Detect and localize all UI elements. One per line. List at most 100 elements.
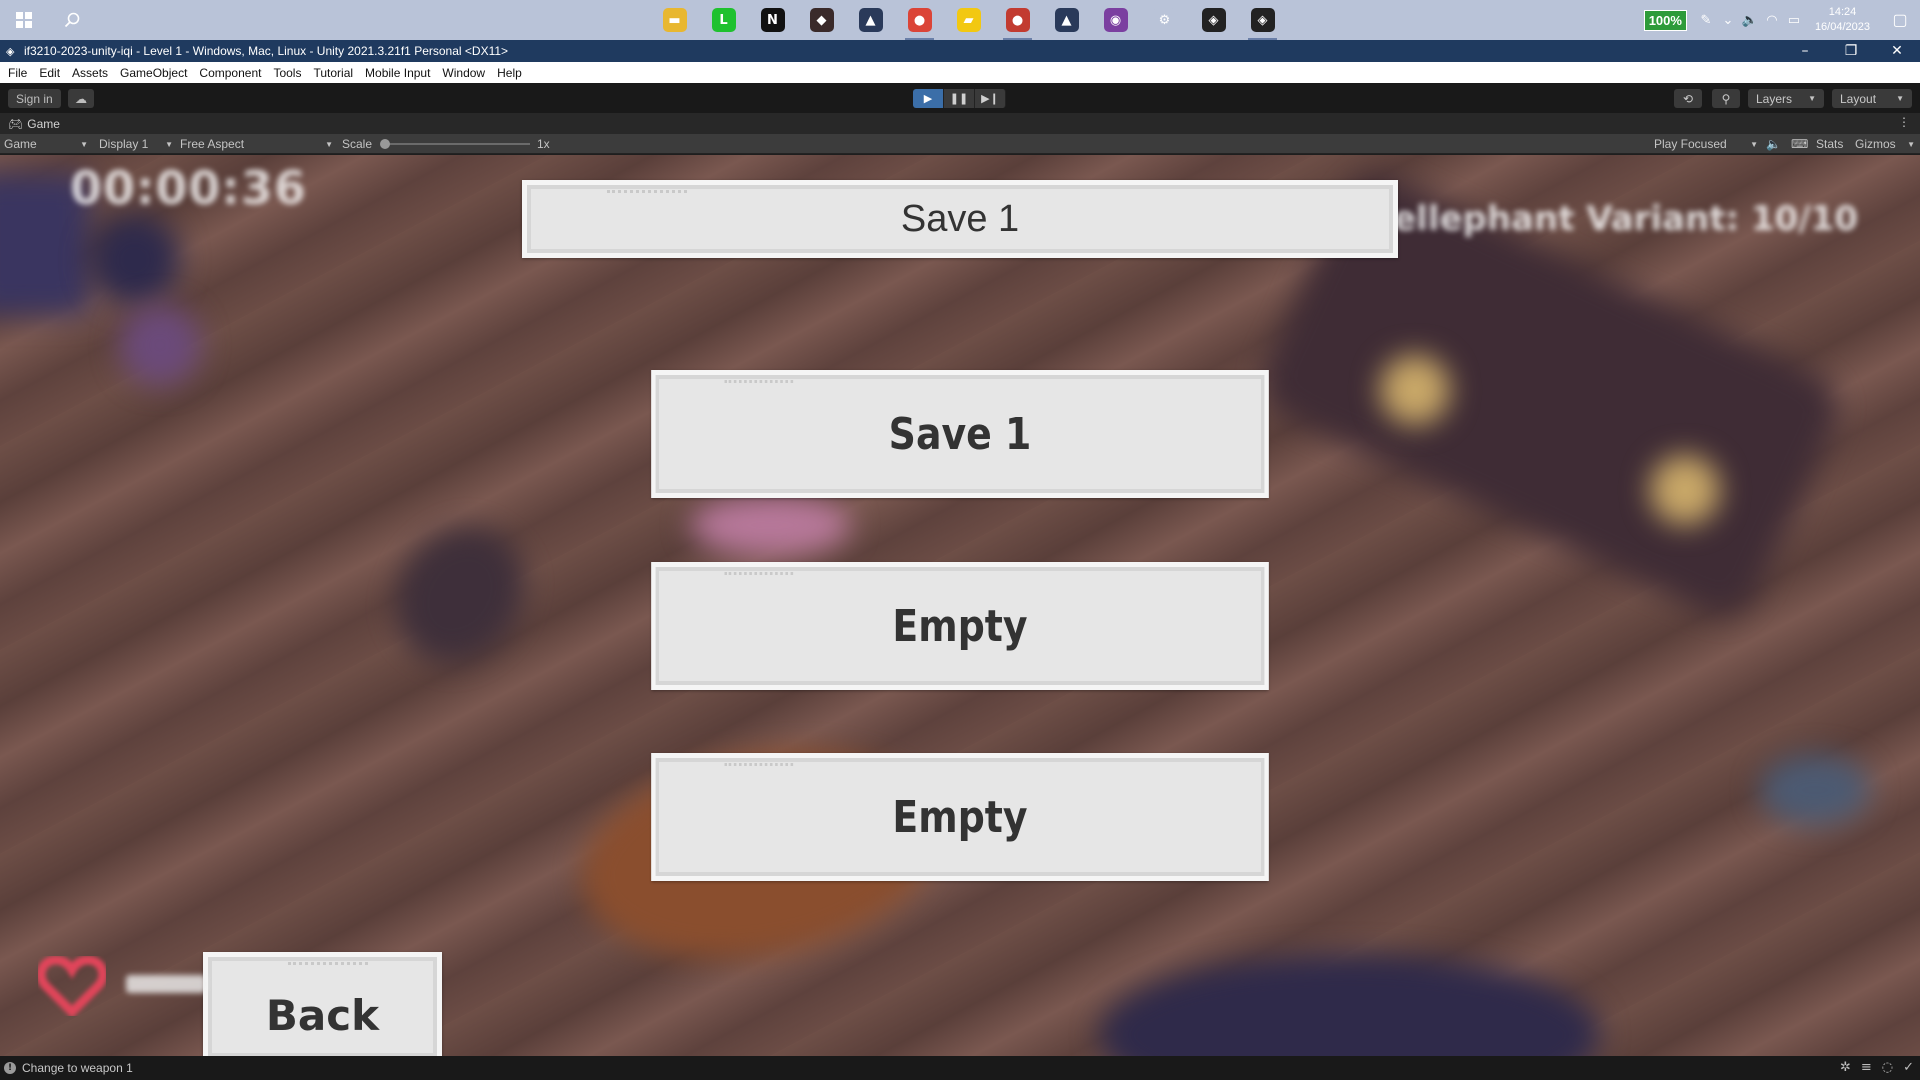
menu-tutorial[interactable]: Tutorial xyxy=(307,66,359,80)
pause-icon[interactable]: ❚❚ xyxy=(944,89,975,108)
taskbar-app-button[interactable]: ◆ xyxy=(797,0,846,40)
file-explorer-icon: ▬ xyxy=(662,8,687,32)
background-object xyxy=(120,305,200,385)
more-options-icon[interactable]: ⋮ xyxy=(1898,115,1910,129)
background-object xyxy=(1650,455,1720,525)
debug-icon[interactable]: ◌ xyxy=(1882,1060,1893,1075)
step-icon[interactable]: ▶❙ xyxy=(975,89,1006,108)
search-icon xyxy=(64,12,80,28)
menu-edit[interactable]: Edit xyxy=(33,66,66,80)
sign-in-button[interactable]: Sign in xyxy=(8,89,61,108)
play-icon[interactable]: ▶ xyxy=(913,89,944,108)
taskbar-apps: ▬ L N ◆ ▲ ● ▰ ● ▲ ◉ ⚙ ◈ ◈ xyxy=(650,0,1287,40)
menu-mobile-input[interactable]: Mobile Input xyxy=(359,66,436,80)
game-viewport[interactable]: 00:00:36 Hellephant Variant: 10/10 Save … xyxy=(0,155,1920,1056)
minimize-icon[interactable]: – xyxy=(1782,40,1828,62)
display-dropdown[interactable]: Display 1 ▼ xyxy=(99,134,173,154)
status-bar: ! Change to weapon 1 ✲ ≡ ◌ ✓ xyxy=(0,1056,1920,1080)
taskbar-app-button[interactable]: ◈ xyxy=(1238,0,1287,40)
window-title-bar: ◈ if3210-2023-unity-iqi - Level 1 - Wind… xyxy=(0,40,1920,62)
background-object xyxy=(370,503,550,687)
save-slot-3-button[interactable]: Empty xyxy=(651,753,1269,881)
background-object xyxy=(690,495,850,555)
game-view-toolbar: Game ▼ Display 1 ▼ Free Aspect ▼ Scale 1x P… xyxy=(0,134,1920,154)
taskbar-app-button[interactable]: ◉ xyxy=(1091,0,1140,40)
pen-icon[interactable]: ✎ xyxy=(1697,11,1715,29)
display-label: Display 1 xyxy=(99,137,149,151)
variant-counter: Hellephant Variant: 10/10 xyxy=(1364,199,1858,239)
aspect-label: Free Aspect xyxy=(180,137,245,151)
mute-audio-icon[interactable]: 🔈 xyxy=(1766,134,1781,154)
chevron-up-icon[interactable]: ⌄ xyxy=(1719,11,1737,29)
save-slot-1-button[interactable]: Save 1 xyxy=(651,370,1269,498)
search-icon[interactable]: ⚲ xyxy=(1712,89,1740,108)
taskbar-app-button[interactable]: ▰ xyxy=(944,0,993,40)
windows-start-button[interactable] xyxy=(10,6,38,34)
taskbar-app-button[interactable]: ⚙ xyxy=(1140,0,1189,40)
volume-icon[interactable]: 🔈 xyxy=(1741,11,1759,29)
play-focused-dropdown[interactable]: Play Focused ▼ xyxy=(1654,134,1758,154)
taskbar-app-button[interactable]: ● xyxy=(895,0,944,40)
stack-icon[interactable]: ≡ xyxy=(1861,1060,1872,1075)
save-slot-2-button[interactable]: Empty xyxy=(651,562,1269,690)
check-icon[interactable]: ✓ xyxy=(1903,1060,1914,1075)
cloud-icon[interactable]: ☁ xyxy=(68,89,94,108)
battery-icon[interactable]: ▭ xyxy=(1785,11,1803,29)
chevron-down-icon: ▼ xyxy=(1907,139,1915,149)
game-launcher-2-icon: ▲ xyxy=(1054,8,1079,32)
health-bar xyxy=(126,975,206,993)
battery-indicator[interactable]: 100% xyxy=(1643,9,1687,31)
status-message[interactable]: Change to weapon 1 xyxy=(22,1061,133,1075)
clock[interactable]: 14:24 16/04/2023 xyxy=(1815,5,1870,35)
chevron-down-icon: ▼ xyxy=(80,139,88,149)
menu-gameobject[interactable]: GameObject xyxy=(114,66,193,80)
stats-button[interactable]: Stats xyxy=(1816,134,1843,154)
close-icon[interactable]: ✕ xyxy=(1874,40,1920,62)
windows-logo-icon xyxy=(16,12,32,28)
menu-file[interactable]: File xyxy=(2,66,33,80)
notion-icon: N xyxy=(760,8,785,32)
aspect-dropdown[interactable]: Free Aspect ▼ xyxy=(180,134,333,154)
tab-game[interactable]: 🎮︎ Game xyxy=(0,113,68,134)
chevron-down-icon: ▼ xyxy=(1896,94,1904,103)
menu-assets[interactable]: Assets xyxy=(66,66,114,80)
bug-icon[interactable]: ✲ xyxy=(1840,1060,1851,1075)
search-button[interactable] xyxy=(58,6,86,34)
sticky-notes-icon: ▰ xyxy=(956,8,981,32)
history-icon[interactable]: ⟲ xyxy=(1674,89,1702,108)
menu-component[interactable]: Component xyxy=(193,66,267,80)
back-button[interactable]: Back xyxy=(203,952,442,1056)
view-mode-dropdown[interactable]: Game ▼ xyxy=(4,134,88,154)
restore-icon[interactable]: ❐ xyxy=(1828,40,1874,62)
taskbar-app-button[interactable]: N xyxy=(748,0,797,40)
menu-window[interactable]: Window xyxy=(436,66,491,80)
layout-dropdown[interactable]: Layout ▼ xyxy=(1832,89,1912,108)
line-app-icon: L xyxy=(711,8,736,32)
background-object xyxy=(1380,355,1450,425)
window-title: if3210-2023-unity-iqi - Level 1 - Window… xyxy=(24,44,509,58)
scale-slider-track[interactable] xyxy=(384,143,530,145)
taskbar-app-button[interactable]: ◈ xyxy=(1189,0,1238,40)
chevron-down-icon: ▼ xyxy=(165,139,173,149)
scale-slider-handle[interactable] xyxy=(380,139,390,149)
layers-label: Layers xyxy=(1756,91,1793,106)
taskbar-app-button[interactable]: ▲ xyxy=(1042,0,1091,40)
gizmos-label: Gizmos xyxy=(1855,137,1896,151)
clock-time: 14:24 xyxy=(1828,6,1857,18)
keyboard-shortcuts-icon[interactable]: ⌨ xyxy=(1791,134,1808,154)
background-object xyxy=(1100,955,1600,1056)
taskbar-app-button[interactable]: L xyxy=(699,0,748,40)
notification-icon[interactable]: ▢ xyxy=(1880,0,1920,40)
taskbar-app-button[interactable]: ▲ xyxy=(846,0,895,40)
gizmos-dropdown[interactable]: Gizmos ▼ xyxy=(1855,134,1915,154)
editor-toolbar: Sign in ☁ ▶ ❚❚ ▶❙ ⟲ ⚲ Layers ▼ Layout ▼ xyxy=(0,83,1920,113)
github-desktop-icon: ◉ xyxy=(1103,8,1128,32)
background-object xyxy=(1760,755,1870,825)
menu-help[interactable]: Help xyxy=(491,66,528,80)
taskbar-app-button[interactable]: ● xyxy=(993,0,1042,40)
wifi-icon[interactable]: ◠ xyxy=(1763,11,1781,29)
taskbar-app-button[interactable]: ▬ xyxy=(650,0,699,40)
layers-dropdown[interactable]: Layers ▼ xyxy=(1748,89,1824,108)
gamepad-icon: 🎮︎ xyxy=(8,116,24,131)
menu-tools[interactable]: Tools xyxy=(267,66,307,80)
